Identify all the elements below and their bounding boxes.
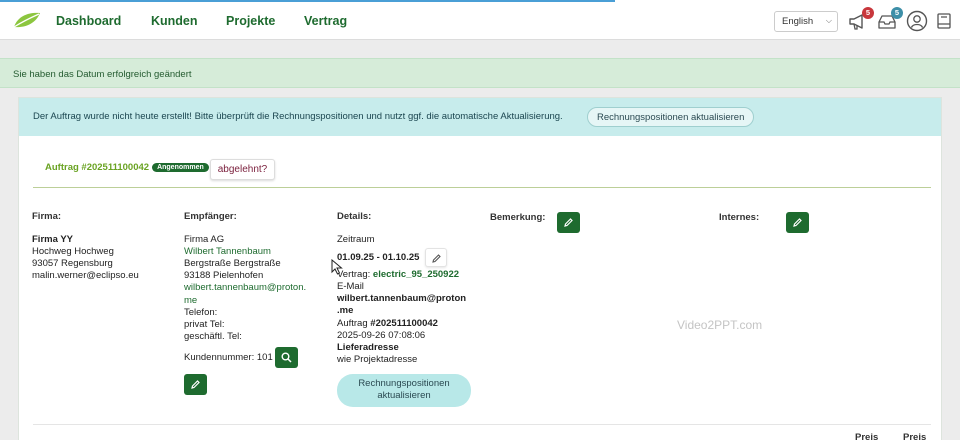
order-timestamp: 2025-09-26 07:08:06 — [337, 329, 426, 341]
table-header-price: Preis — [855, 432, 879, 440]
details-column: Details: Zeitraum 01.09.25 - 01.10.25 Ve… — [337, 211, 477, 366]
reject-button[interactable]: abgelehnt? — [210, 159, 275, 180]
table-divider — [33, 424, 931, 425]
order-number: Auftrag #202511100042 — [45, 162, 150, 173]
update-positions-button[interactable]: Rechnungspositionen aktualisieren — [587, 107, 755, 127]
pencil-icon — [564, 218, 573, 227]
period-row: 01.09.25 - 01.10.25 — [337, 248, 477, 268]
delivery-value: wie Projektadresse — [337, 353, 418, 365]
book-icon — [937, 13, 951, 29]
top-navigation-bar: Dashboard Kunden Projekte Vertrag Englis… — [0, 0, 960, 40]
customer-number-row: Kundennummer: 101 — [184, 346, 324, 368]
pencil-icon — [793, 218, 802, 227]
user-circle-icon — [906, 10, 928, 32]
internal-heading: Internes: — [719, 212, 760, 223]
recipient-company: Firma AG — [184, 234, 225, 246]
recipient-column: Empfänger: Firma AG Wilbert Tannenbaum B… — [184, 211, 324, 395]
delivery-label: Lieferadresse — [337, 341, 399, 353]
messages-badge: 5 — [891, 7, 903, 19]
firma-name: Firma YY — [32, 234, 74, 246]
search-icon — [281, 352, 292, 363]
order-card: Der Auftrag wurde nicht heute erstellt! … — [18, 97, 942, 440]
order-header: Auftrag #202511100042 Angenommen — [45, 162, 209, 173]
recipient-edit-button[interactable] — [184, 373, 207, 395]
messages-button[interactable]: 5 — [876, 7, 903, 32]
contract-row: Vertrag: electric_95_250922 — [337, 269, 477, 281]
nav-link-dashboard[interactable]: Dashboard — [56, 14, 121, 28]
remarks-heading: Bemerkung: — [490, 212, 546, 223]
recipient-contact-link[interactable]: Wilbert Tannenbaum — [184, 246, 324, 258]
email-value: wilbert.tannenbaum@proton — [337, 293, 467, 305]
recipient-edit-row — [184, 373, 324, 395]
chevron-down-icon: ⌵ — [825, 16, 832, 25]
customer-search-button[interactable] — [275, 346, 299, 368]
customer-number: Kundennummer: 101 — [184, 351, 273, 363]
language-select[interactable]: English ⌵ — [774, 11, 838, 32]
period-label: Zeitraum — [337, 234, 375, 246]
update-button-line-1: Rechnungspositionen — [358, 378, 450, 389]
order-label: Auftrag — [337, 317, 368, 329]
recipient-business-phone: geschäftl. Tel: — [184, 330, 242, 342]
update-positions-button-secondary[interactable]: Rechnungspositionen aktualisieren — [337, 374, 471, 407]
info-alert: Der Auftrag wurde nicht heute erstellt! … — [19, 98, 941, 136]
success-alert: Sie haben das Datum erfolgreich geändert — [0, 58, 960, 88]
language-select-value: English — [782, 16, 814, 27]
recipient-heading: Empfänger: — [184, 211, 237, 222]
firma-city: 93057 Regensburg — [32, 258, 113, 270]
book-button[interactable] — [934, 10, 956, 32]
email-value-continued: .me — [337, 305, 354, 317]
pencil-icon — [432, 254, 441, 263]
email-label: E-Mail — [337, 281, 364, 293]
divider — [33, 187, 931, 188]
internal-edit-button[interactable] — [786, 212, 809, 233]
nav-link-vertrag[interactable]: Vertrag — [304, 14, 347, 28]
firma-street: Hochweg Hochweg — [32, 246, 114, 258]
notifications-button[interactable]: 5 — [847, 7, 874, 32]
recipient-email-link[interactable]: wilbert.tannenbaum@proton. — [184, 282, 324, 294]
firma-column: Firma: Firma YY Hochweg Hochweg 93057 Re… — [32, 211, 139, 282]
recipient-street: Bergstraße Bergstraße — [184, 258, 281, 270]
firma-email: malin.werner@eclipso.eu — [32, 270, 139, 282]
recipient-email-link-continued[interactable]: me — [184, 295, 324, 307]
order-row: Auftrag #202511100042 — [337, 318, 477, 330]
table-header-price-2: Preis — [903, 432, 927, 440]
watermark: Video2PPT.com — [677, 318, 763, 332]
recipient-city: 93188 Pielenhofen — [184, 270, 264, 282]
notifications-badge: 5 — [862, 7, 874, 19]
period-edit-button[interactable] — [425, 248, 448, 268]
update-button-line-2: aktualisieren — [377, 390, 431, 401]
details-heading: Details: — [337, 211, 372, 222]
mouse-pointer-icon — [331, 259, 343, 275]
period-value: 01.09.25 - 01.10.25 — [337, 252, 420, 264]
nav-link-projekte[interactable]: Projekte — [226, 14, 275, 28]
contract-value: electric_95_250922 — [372, 269, 460, 281]
recipient-private-phone: privat Tel: — [184, 318, 225, 330]
profile-button[interactable] — [906, 10, 928, 32]
pencil-icon — [191, 380, 200, 389]
status-badge: Angenommen — [152, 163, 209, 172]
info-alert-text: Der Auftrag wurde nicht heute erstellt! … — [33, 111, 563, 122]
remarks-edit-button[interactable] — [557, 212, 580, 233]
order-value: #202511100042 — [370, 317, 438, 329]
firma-heading: Firma: — [32, 211, 62, 222]
recipient-phone-label: Telefon: — [184, 306, 218, 318]
leaf-logo-icon[interactable] — [12, 11, 42, 29]
nav-link-kunden[interactable]: Kunden — [151, 14, 198, 28]
page-load-progress-bar — [0, 0, 615, 2]
